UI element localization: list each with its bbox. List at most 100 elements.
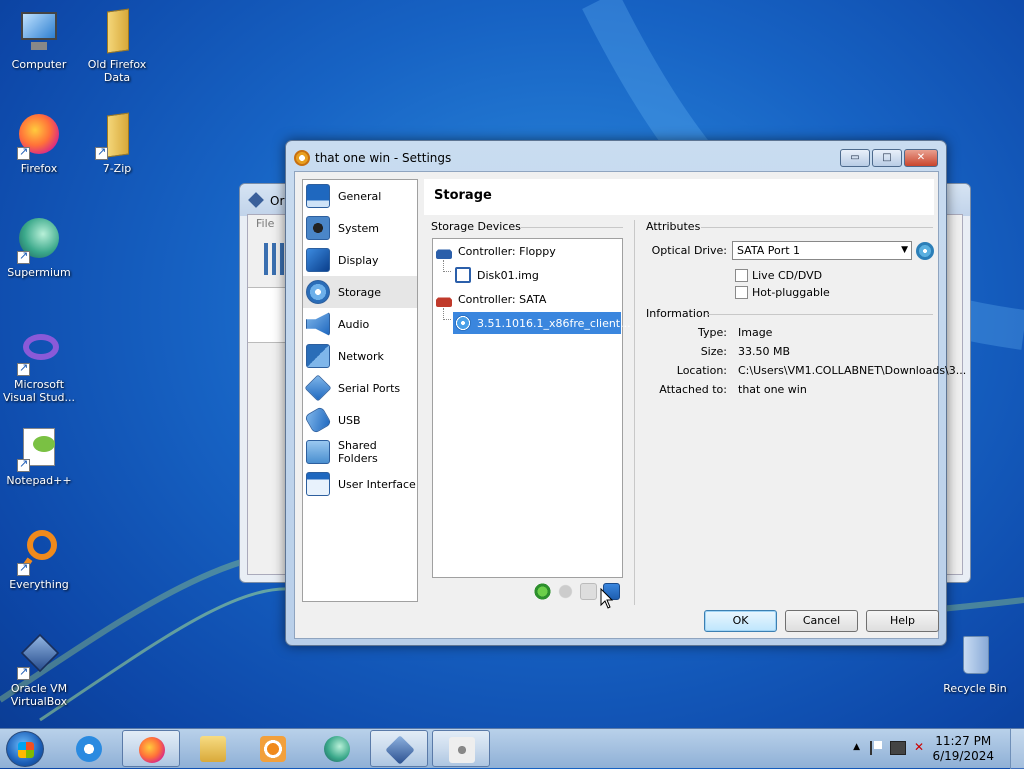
nav-item-storage[interactable]: Storage [303, 276, 417, 308]
virtualbox-icon [248, 192, 264, 208]
clock-date: 6/19/2024 [932, 749, 994, 763]
storage-tree[interactable]: Controller: Floppy Disk01.img Controller… [432, 238, 631, 578]
notepadpp-icon [15, 424, 63, 472]
shortcut-arrow-icon [17, 145, 30, 160]
action-center-flag-icon[interactable] [870, 741, 882, 755]
cancel-button[interactable]: Cancel [785, 610, 858, 632]
taskbar-media-player[interactable] [244, 730, 302, 767]
info-attached-value: that one win [738, 383, 807, 396]
taskbar-supermium[interactable] [308, 730, 366, 767]
machine-item[interactable] [248, 287, 290, 343]
desktop-icon-supermium[interactable]: Supermium [0, 216, 78, 279]
taskbar: ▲ ✕ 11:27 PM 6/19/2024 [0, 728, 1024, 769]
internet-explorer-icon [76, 736, 102, 762]
taskbar-virtualbox-settings[interactable] [432, 730, 490, 767]
tree-sata-optical[interactable]: 3.51.1016.1_x86fre_client... [453, 312, 631, 334]
nav-item-general[interactable]: General [303, 180, 417, 212]
add-attachment-icon[interactable] [580, 583, 597, 600]
desktop-icon-label: Supermium [7, 266, 71, 279]
desktop-icon-notepadpp[interactable]: Notepad++ [0, 424, 78, 487]
divider [708, 314, 933, 315]
start-button[interactable] [6, 731, 44, 767]
desktop-icon-visual-studio[interactable]: Microsoft Visual Stud... [0, 328, 78, 404]
checkbox-box[interactable] [735, 286, 748, 299]
settings-dialog[interactable]: that one win - Settings ▭ □ ✕ General Sy… [285, 140, 966, 646]
taskbar-virtualbox[interactable] [370, 730, 428, 767]
maximize-button[interactable]: □ [872, 149, 902, 167]
shortcut-arrow-icon [17, 249, 30, 264]
info-size-label: Size: [700, 345, 727, 358]
minimize-button[interactable]: ▭ [840, 149, 870, 167]
shortcut-arrow-icon [17, 561, 30, 576]
live-cd-checkbox[interactable]: Live CD/DVD [735, 269, 822, 282]
media-player-icon [260, 736, 286, 762]
nav-item-audio[interactable]: Audio [303, 308, 417, 340]
desktop-icon-firefox[interactable]: Firefox [0, 112, 78, 175]
settings-nav-list[interactable]: General System Display Storage Audio Net… [302, 179, 418, 602]
network-tray-icon[interactable] [890, 741, 906, 755]
nav-item-label: Serial Ports [338, 381, 401, 395]
taskbar-explorer[interactable] [184, 730, 242, 767]
help-button[interactable]: Help [866, 610, 939, 632]
choose-disk-icon[interactable] [916, 242, 934, 260]
nav-item-display[interactable]: Display [303, 244, 417, 276]
nav-item-label: Storage [338, 285, 382, 299]
nav-item-shared-folders[interactable]: Shared Folders [303, 436, 417, 468]
storage-devices-label: Storage Devices [431, 220, 521, 233]
close-button[interactable]: ✕ [904, 149, 938, 167]
usb-icon [304, 406, 332, 434]
shortcut-arrow-icon [95, 145, 108, 160]
desktop-icon-recycle-bin[interactable]: Recycle Bin [936, 632, 1014, 695]
section-title: Storage [434, 188, 492, 203]
menu-file[interactable]: File [256, 217, 274, 230]
firefox-icon [139, 737, 165, 763]
tree-node-label: Controller: SATA [458, 292, 547, 306]
checkbox-box[interactable] [735, 269, 748, 282]
tree-controller-floppy[interactable]: Controller: Floppy [436, 240, 556, 262]
ok-button[interactable]: OK [704, 610, 777, 632]
info-location-value: C:\Users\VM1.COLLABNET\Downloads\3... [738, 364, 967, 377]
nav-item-label: System [338, 221, 380, 235]
taskbar-firefox[interactable] [122, 730, 180, 767]
mouse-cursor-icon [600, 588, 614, 609]
desktop-icon-label: Microsoft Visual Stud... [2, 378, 76, 404]
checkbox-label: Hot-pluggable [752, 286, 830, 299]
speaker-icon [306, 312, 330, 336]
desktop-icon-7zip[interactable]: 7-Zip [78, 112, 156, 175]
optical-drive-select[interactable]: SATA Port 1 ▼ [732, 241, 912, 260]
nav-item-usb[interactable]: USB [303, 404, 417, 436]
volume-muted-icon[interactable]: ✕ [914, 741, 928, 755]
supermium-icon [15, 216, 63, 264]
tree-controller-sata[interactable]: Controller: SATA [436, 288, 546, 310]
hot-pluggable-checkbox[interactable]: Hot-pluggable [735, 286, 830, 299]
visual-studio-icon [15, 328, 63, 376]
desktop-icon-old-firefox-data[interactable]: Old Firefox Data [78, 8, 156, 84]
remove-controller-icon[interactable] [557, 583, 574, 600]
taskbar-clock[interactable]: 11:27 PM 6/19/2024 [932, 734, 994, 764]
show-desktop-button[interactable] [1010, 729, 1024, 769]
nav-item-user-interface[interactable]: User Interface [303, 468, 417, 500]
desktop-icon-computer[interactable]: Computer [0, 8, 78, 71]
nav-item-serial-ports[interactable]: Serial Ports [303, 372, 417, 404]
nav-item-label: Shared Folders [338, 439, 378, 465]
tree-floppy-disk[interactable]: Disk01.img [455, 264, 539, 286]
dialog-titlebar[interactable]: that one win - Settings [294, 148, 451, 168]
nav-item-label: Display [338, 253, 379, 267]
supermium-icon [324, 736, 350, 762]
desktop-icon-label: Computer [11, 58, 67, 71]
add-controller-icon[interactable] [534, 583, 551, 600]
info-type-label: Type: [698, 326, 727, 339]
taskbar-ie[interactable] [60, 730, 118, 767]
nav-item-network[interactable]: Network [303, 340, 417, 372]
virtualbox-icon [15, 632, 63, 680]
window-controls: ▭ □ ✕ [840, 149, 938, 167]
optical-drive-label: Optical Drive: [651, 244, 727, 257]
vertical-divider [634, 220, 635, 605]
nav-item-system[interactable]: System [303, 212, 417, 244]
shortcut-arrow-icon [17, 665, 30, 680]
desktop-icon-everything[interactable]: Everything [0, 528, 78, 591]
tray-expand-arrow[interactable]: ▲ [853, 742, 860, 752]
divider [701, 227, 933, 228]
desktop-icon-label: Notepad++ [6, 474, 72, 487]
desktop-icon-virtualbox[interactable]: Oracle VM VirtualBox [0, 632, 78, 708]
